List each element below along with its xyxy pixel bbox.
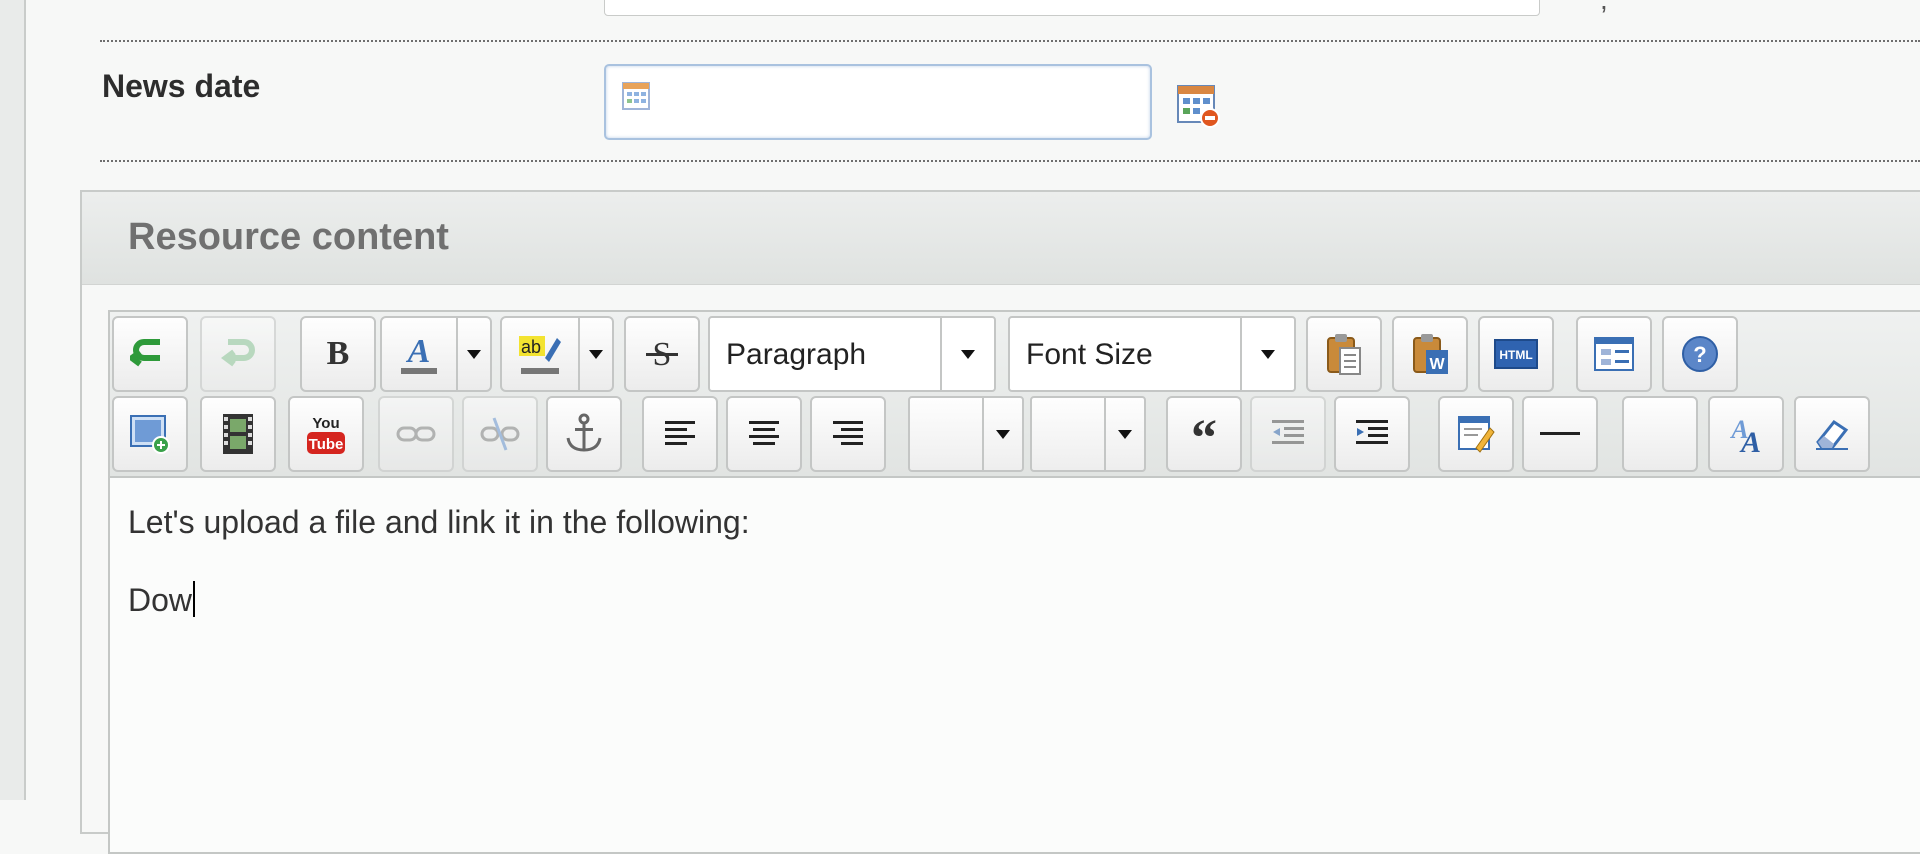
horizontal-rule-icon <box>1540 432 1580 435</box>
paste-icon <box>1327 334 1361 375</box>
format-select-value: Paragraph <box>726 338 867 371</box>
list-style-select[interactable] <box>908 396 1024 472</box>
calendar-clear-icon <box>1177 85 1220 128</box>
svg-text:HTML: HTML <box>1499 348 1532 362</box>
previous-field-glyph: , <box>1600 0 1608 16</box>
edit-button[interactable] <box>1438 396 1514 472</box>
svg-text:Tube: Tube <box>309 436 344 453</box>
help-icon: ? <box>1682 336 1718 372</box>
template-button[interactable] <box>1576 316 1652 392</box>
divider-bottom <box>100 160 1920 162</box>
svg-text:A: A <box>406 333 431 370</box>
resource-content-panel: Resource content B A ab S Paragraph Font… <box>80 190 1920 854</box>
svg-text:“: “ <box>1191 419 1217 449</box>
svg-text:W: W <box>1429 356 1445 373</box>
svg-text:ab: ab <box>521 337 541 357</box>
date-picker-button[interactable] <box>1176 84 1222 135</box>
align-left-button[interactable] <box>642 396 718 472</box>
font-style-icon: A A <box>1729 415 1761 456</box>
align-right-icon <box>833 421 863 445</box>
edit-icon <box>1458 416 1495 453</box>
font-color-dropdown[interactable] <box>458 316 492 392</box>
eraser-icon <box>1816 419 1849 450</box>
chevron-down-icon <box>1104 398 1144 470</box>
rich-text-editor: B A ab S Paragraph Font Size W HTML ? Yo… <box>108 310 1920 854</box>
editor-content-area[interactable]: Let's upload a file and link it in the f… <box>110 478 1920 852</box>
indent-button[interactable] <box>1334 396 1410 472</box>
font-color-button[interactable]: A <box>380 316 458 392</box>
anchor-icon <box>566 413 602 452</box>
paragraph-2: Dow <box>128 581 1920 619</box>
paragraph-2-text: Dow <box>128 582 193 618</box>
strikethrough-button[interactable]: S <box>624 316 700 392</box>
redo-button[interactable] <box>200 316 276 392</box>
text-cursor <box>193 581 196 617</box>
html-source-button[interactable]: HTML <box>1478 316 1554 392</box>
blockquote-button[interactable]: “ <box>1166 396 1242 472</box>
svg-text:A: A <box>1739 426 1761 456</box>
panel-title: Resource content <box>128 216 449 258</box>
help-button[interactable]: ? <box>1662 316 1738 392</box>
insert-media-icon <box>223 414 253 454</box>
template-icon <box>1594 337 1634 371</box>
highlight-color-button[interactable]: ab <box>500 316 580 392</box>
empty-button[interactable] <box>1622 396 1698 472</box>
bold-icon: B <box>326 335 350 372</box>
calendar-icon <box>622 82 650 110</box>
editor-toolbar: B A ab S Paragraph Font Size W HTML ? Yo… <box>110 312 1920 478</box>
news-date-label: News date <box>102 68 261 104</box>
link-icon <box>396 426 436 442</box>
indent-icon <box>1356 420 1388 444</box>
anchor-button[interactable] <box>546 396 622 472</box>
numbered-list-select[interactable] <box>1030 396 1146 472</box>
paragraph-1: Let's upload a file and link it in the f… <box>128 504 750 540</box>
highlight-color-icon: ab <box>519 336 561 374</box>
panel-header: Resource content <box>82 192 1920 285</box>
chevron-down-icon <box>1240 318 1294 390</box>
font-style-button[interactable]: A A <box>1708 396 1784 472</box>
font-size-select-value: Font Size <box>1026 338 1153 371</box>
html-source-icon: HTML <box>1494 339 1538 369</box>
font-color-icon: A <box>401 333 437 374</box>
paste-from-word-icon: W <box>1413 334 1448 374</box>
svg-text:?: ? <box>1693 342 1706 367</box>
blockquote-icon: “ <box>1191 419 1217 449</box>
chevron-down-icon <box>940 318 994 390</box>
align-center-icon <box>749 421 779 445</box>
news-date-input[interactable] <box>604 64 1152 140</box>
youtube-button[interactable]: You Tube <box>288 396 364 472</box>
link-button[interactable] <box>378 396 454 472</box>
redo-icon <box>221 339 255 367</box>
insert-image-button[interactable] <box>112 396 188 472</box>
outdent-icon <box>1272 420 1304 444</box>
undo-icon <box>130 339 160 367</box>
paste-button[interactable] <box>1306 316 1382 392</box>
previous-field-input[interactable] <box>604 0 1540 16</box>
eraser-button[interactable] <box>1794 396 1870 472</box>
strikethrough-icon: S <box>646 336 678 373</box>
outdent-button[interactable] <box>1250 396 1326 472</box>
left-scroll-edge <box>0 0 26 800</box>
horizontal-rule-button[interactable] <box>1522 396 1598 472</box>
unlink-icon <box>480 417 520 451</box>
insert-image-icon <box>130 415 170 454</box>
align-left-icon <box>665 421 695 445</box>
paste-from-word-button[interactable]: W <box>1392 316 1468 392</box>
align-right-button[interactable] <box>810 396 886 472</box>
bold-button[interactable]: B <box>300 316 376 392</box>
divider-top <box>100 40 1920 42</box>
chevron-down-icon <box>982 398 1022 470</box>
font-size-select[interactable]: Font Size <box>1008 316 1296 392</box>
insert-media-button[interactable] <box>200 396 276 472</box>
svg-text:You: You <box>312 415 339 432</box>
unlink-button[interactable] <box>462 396 538 472</box>
align-center-button[interactable] <box>726 396 802 472</box>
highlight-color-dropdown[interactable] <box>580 316 614 392</box>
format-select[interactable]: Paragraph <box>708 316 996 392</box>
undo-button[interactable] <box>112 316 188 392</box>
youtube-icon: You Tube <box>307 415 345 454</box>
